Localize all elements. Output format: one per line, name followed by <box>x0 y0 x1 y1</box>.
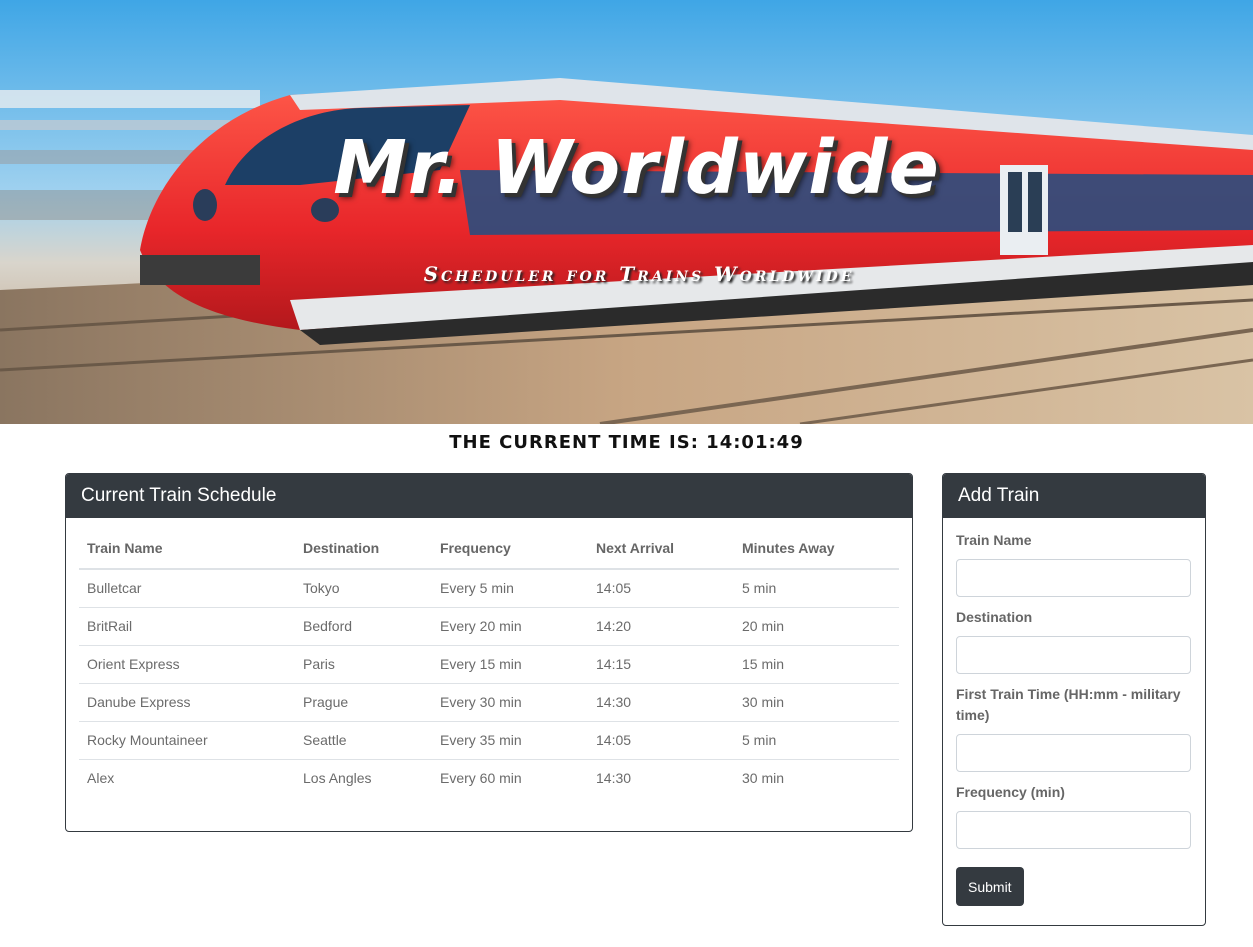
col-minutes-away: Minutes Away <box>734 530 899 570</box>
table-row: BritRail Bedford Every 20 min 14:20 20 m… <box>79 607 899 646</box>
cell-frequency: Every 35 min <box>432 721 588 760</box>
destination-input[interactable] <box>956 636 1191 674</box>
cell-next-arrival: 14:30 <box>596 770 632 787</box>
cell-frequency: Every 60 min <box>440 770 522 787</box>
cell-frequency: Every 15 min <box>432 645 588 684</box>
cell-destination: Tokyo <box>295 569 432 608</box>
col-next-arrival: Next Arrival <box>588 530 734 570</box>
table-row: Rocky Mountaineer Seattle Every 35 min 1… <box>79 721 899 760</box>
col-frequency: Frequency <box>432 530 588 570</box>
add-train-form: Train Name Destination First Train Time … <box>943 518 1205 918</box>
cell-destination: Paris <box>295 645 432 684</box>
current-time: THE CURRENT TIME IS: 14:01:49 <box>449 432 804 453</box>
cell-next-arrival: 14:30 <box>588 683 734 722</box>
form-group-train-name: Train Name <box>956 530 1192 597</box>
table-row: Orient Express Paris Every 15 min 14:15 … <box>79 645 899 684</box>
cell-next-arrival: 14:05 <box>588 721 734 760</box>
col-train-name: Train Name <box>79 530 295 570</box>
cell-destination: Los Angles <box>303 770 372 787</box>
cell-train-name: Danube Express <box>79 683 295 722</box>
cell-minutes-away: 30 min <box>734 683 899 722</box>
cell-train-name: Alex <box>87 770 115 787</box>
first-train-time-label: First Train Time (HH:mm - military time) <box>956 686 1181 723</box>
first-train-time-input[interactable] <box>956 734 1191 772</box>
cell-next-arrival: 14:05 <box>588 569 734 608</box>
table-row: Danube Express Prague Every 30 min 14:30… <box>79 683 899 722</box>
cell-destination: Bedford <box>295 607 432 646</box>
cell-destination: Seattle <box>295 721 432 760</box>
cell-minutes-away: 30 min <box>742 770 785 787</box>
hero-banner: Mr. Worldwide Scheduler for Trains World… <box>0 0 1253 424</box>
form-group-first-train-time: First Train Time (HH:mm - military time) <box>956 684 1192 772</box>
destination-label: Destination <box>956 609 1033 625</box>
cell-minutes-away: 20 min <box>734 607 899 646</box>
cell-destination: Prague <box>295 683 432 722</box>
cell-minutes-away: 5 min <box>734 569 899 608</box>
col-destination: Destination <box>295 530 432 570</box>
table-row: Bulletcar Tokyo Every 5 min 14:05 5 min <box>79 569 899 608</box>
frequency-label: Frequency (min) <box>956 784 1065 800</box>
add-train-header: Add Train <box>943 474 1205 518</box>
hero-subtitle: Scheduler for Trains Worldwide <box>423 262 855 286</box>
cell-frequency: Every 5 min <box>432 569 588 608</box>
cell-next-arrival: 14:20 <box>588 607 734 646</box>
cell-minutes-away: 15 min <box>734 645 899 684</box>
cell-frequency: Every 30 min <box>432 683 588 722</box>
cell-frequency: Every 20 min <box>432 607 588 646</box>
cell-minutes-away: 5 min <box>734 721 899 760</box>
schedule-header: Current Train Schedule <box>66 474 912 518</box>
train-name-input[interactable] <box>956 559 1191 597</box>
train-name-label: Train Name <box>956 532 1032 548</box>
cell-train-name: Rocky Mountaineer <box>79 721 295 760</box>
cell-next-arrival: 14:15 <box>588 645 734 684</box>
form-group-destination: Destination <box>956 607 1192 674</box>
train-image <box>0 0 1253 424</box>
train-schedule-card: Current Train Schedule Train Name Destin… <box>65 473 913 832</box>
frequency-input[interactable] <box>956 811 1191 849</box>
cell-train-name: Bulletcar <box>79 569 295 608</box>
table-row: Alex Los Angles Every 60 min 14:30 30 mi… <box>79 759 899 797</box>
form-group-frequency: Frequency (min) <box>956 782 1192 849</box>
hero-title: Mr. Worldwide <box>333 125 940 211</box>
submit-button[interactable]: Submit <box>956 867 1024 906</box>
schedule-table: Train Name Destination Frequency Next Ar… <box>79 530 899 797</box>
cell-train-name: Orient Express <box>79 645 295 684</box>
cell-train-name: BritRail <box>79 607 295 646</box>
add-train-card: Add Train Train Name Destination First T… <box>942 473 1206 926</box>
table-header-row: Train Name Destination Frequency Next Ar… <box>79 530 899 570</box>
